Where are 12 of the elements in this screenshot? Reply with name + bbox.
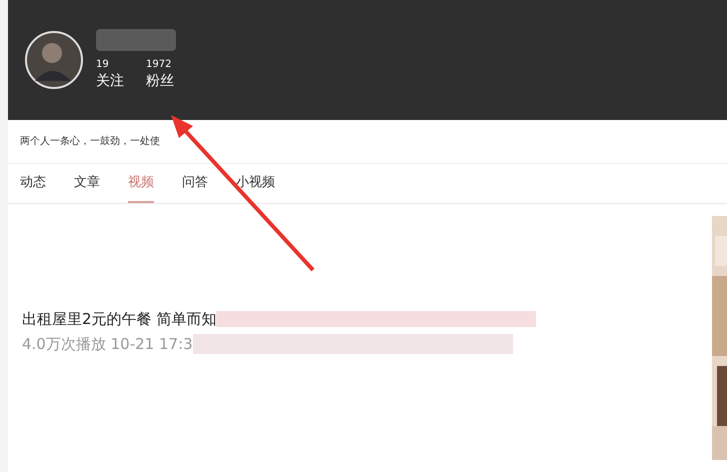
following-label[interactable]: 关注	[96, 70, 124, 92]
followers-count: 1972	[146, 58, 172, 70]
followers-label[interactable]: 粉丝	[146, 70, 174, 92]
profile-tab[interactable]: 文章	[74, 164, 100, 203]
following-count: 19	[96, 58, 110, 70]
bio-text: 两个人一条心，一鼓劲，一处使	[20, 134, 160, 149]
profile-tab[interactable]: 小视频	[236, 164, 275, 203]
video-title[interactable]: 出租屋里2元的午餐 简单而知	[22, 308, 216, 330]
avatar	[25, 31, 83, 89]
profile-tab[interactable]: 动态	[20, 164, 46, 203]
profile-tab[interactable]: 问答	[182, 164, 208, 203]
video-meta: 4.0万次播放 10-21 17:3	[22, 334, 193, 354]
